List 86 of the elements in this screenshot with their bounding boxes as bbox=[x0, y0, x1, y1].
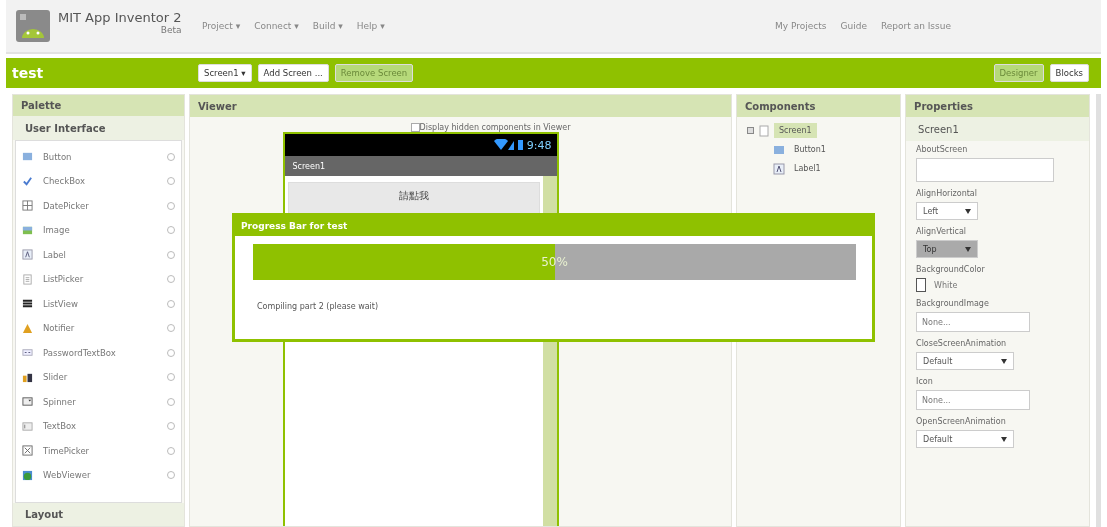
button-icon bbox=[773, 143, 785, 156]
button-icon bbox=[22, 151, 33, 163]
asset-picker[interactable]: None... bbox=[916, 390, 1031, 410]
dropdown[interactable]: Default bbox=[916, 430, 1015, 448]
caret-icon bbox=[965, 208, 972, 214]
panel-title: Properties bbox=[906, 95, 1090, 117]
caret-icon bbox=[965, 246, 972, 252]
palette-item[interactable]: ListView bbox=[43, 298, 168, 309]
property-label: Icon bbox=[916, 377, 934, 386]
color-name: White bbox=[934, 280, 958, 290]
section-header[interactable]: User Interface bbox=[13, 116, 185, 140]
palette-item[interactable]: Spinner bbox=[43, 396, 168, 407]
panel-title: Palette bbox=[13, 95, 185, 117]
tree-item[interactable]: Button1 bbox=[789, 142, 831, 157]
screen-icon bbox=[758, 124, 770, 137]
android-logo bbox=[16, 10, 50, 42]
property-label: AboutScreen bbox=[916, 145, 969, 154]
list-lines-icon bbox=[22, 298, 33, 310]
property-label: BackgroundImage bbox=[916, 299, 990, 308]
letter-box-icon bbox=[773, 162, 785, 175]
nav-link[interactable]: My Projects bbox=[775, 21, 827, 31]
menu-item[interactable]: Help ▾ bbox=[356, 21, 385, 31]
menu-item[interactable]: Project ▾ bbox=[202, 21, 241, 31]
component-name: Screen1 bbox=[906, 117, 1090, 141]
dropdown[interactable]: Default bbox=[916, 352, 1015, 370]
dropdown-icon bbox=[22, 396, 33, 408]
calendar-grid-icon bbox=[22, 200, 33, 212]
app-title: MIT App Inventor 2 bbox=[58, 10, 182, 25]
text-area[interactable] bbox=[916, 158, 1055, 182]
palette-item[interactable]: Notifier bbox=[43, 323, 168, 334]
menu-item[interactable]: Build ▾ bbox=[312, 21, 343, 31]
warning-icon bbox=[22, 322, 33, 334]
checkmark-icon bbox=[22, 175, 33, 187]
panel-title: Viewer bbox=[190, 95, 731, 117]
asset-picker[interactable]: None... bbox=[916, 312, 1031, 332]
property-label: AlignHorizontal bbox=[916, 189, 978, 198]
property-label: OpenScreenAnimation bbox=[916, 417, 1007, 426]
caret-icon bbox=[1001, 358, 1008, 364]
palette-item[interactable]: Image bbox=[43, 225, 168, 236]
palette-item[interactable]: TextBox bbox=[43, 421, 168, 432]
property-label: CloseScreenAnimation bbox=[916, 339, 1008, 348]
palette-item[interactable]: WebViewer bbox=[43, 470, 168, 481]
view-tab[interactable]: Designer bbox=[993, 64, 1044, 82]
color-swatch[interactable] bbox=[916, 278, 927, 292]
palette-item[interactable]: CheckBox bbox=[43, 176, 168, 187]
caret-icon bbox=[1001, 436, 1008, 442]
project-name: test bbox=[12, 65, 45, 81]
tree-item[interactable]: Label1 bbox=[789, 161, 826, 176]
menu-item[interactable]: Connect ▾ bbox=[254, 21, 299, 31]
letter-box-icon bbox=[22, 249, 33, 261]
checkbox-label: Display hidden components in Viewer bbox=[419, 123, 571, 132]
nav-link[interactable]: Report an Issue bbox=[880, 21, 951, 31]
dialog-title: Progress Bar for test bbox=[235, 216, 872, 236]
palette-item[interactable]: ListPicker bbox=[43, 274, 168, 285]
tree-item[interactable]: Screen1 bbox=[774, 123, 817, 138]
section-header[interactable]: Layout bbox=[13, 502, 185, 526]
screen-title: Screen1 bbox=[284, 156, 557, 176]
bars-icon bbox=[22, 371, 33, 383]
password-field-icon bbox=[22, 347, 33, 359]
palette-item[interactable]: DatePicker bbox=[43, 200, 168, 211]
palette-item[interactable]: PasswordTextBox bbox=[43, 347, 168, 358]
view-tab[interactable]: Blocks bbox=[1049, 64, 1089, 82]
palette-item[interactable]: Slider bbox=[43, 372, 168, 383]
property-label: AlignVertical bbox=[916, 227, 968, 236]
scrollbar[interactable] bbox=[1096, 94, 1101, 527]
list-icon bbox=[22, 273, 33, 285]
image-icon bbox=[22, 224, 33, 236]
panel-title: Components bbox=[737, 95, 901, 117]
property-label: BackgroundColor bbox=[916, 265, 986, 274]
collapse-icon[interactable] bbox=[747, 127, 754, 134]
checkbox[interactable] bbox=[410, 123, 420, 132]
phone-button[interactable]: 請點我 bbox=[287, 182, 540, 216]
toolbar-button[interactable]: Screen1 ▾ bbox=[198, 64, 252, 82]
status-message: Compiling part 2 (please wait) bbox=[257, 302, 380, 311]
toolbar-button[interactable]: Add Screen ... bbox=[257, 64, 329, 82]
clock-time: 9:48 bbox=[526, 138, 552, 152]
palette-item[interactable]: Button bbox=[43, 151, 168, 162]
palette-item[interactable]: TimePicker bbox=[43, 445, 168, 456]
dropdown[interactable]: Left bbox=[916, 202, 979, 220]
globe-icon bbox=[22, 469, 33, 481]
beta-label: Beta bbox=[160, 25, 182, 35]
progress-percent: 50% bbox=[541, 255, 568, 269]
status-icons bbox=[493, 139, 524, 151]
nav-link[interactable]: Guide bbox=[840, 21, 867, 31]
palette-item[interactable]: Label bbox=[43, 249, 168, 260]
text-field-icon bbox=[22, 420, 33, 432]
